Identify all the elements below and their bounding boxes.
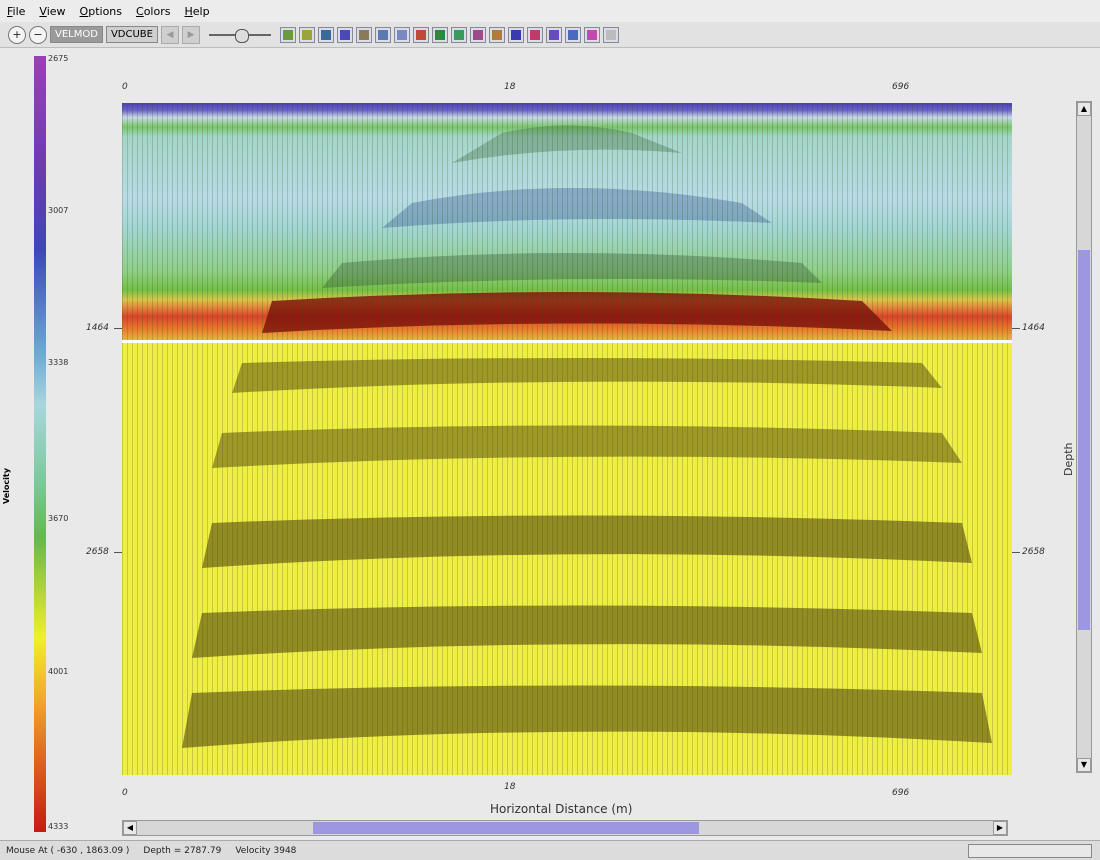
back-arrow-icon[interactable]: ◀ [160,25,179,44]
status-progress [968,844,1092,858]
status-bar: Mouse At ( -630 , 1863.09 ) Depth = 2787… [0,840,1100,860]
menu-colors[interactable]: Colors [129,5,177,18]
colorbar-strip [34,56,46,832]
y-tick-label: 2658 [86,547,109,557]
forward-arrow-icon[interactable]: ▶ [181,25,200,44]
tool-icon-18[interactable] [602,26,619,43]
colorbar-tick: 3338 [48,358,69,367]
tool-icon-2[interactable] [298,26,315,43]
scroll-right-icon[interactable]: ▶ [993,821,1007,835]
y-tick [114,552,122,553]
x-tick-label: 0 [122,788,128,798]
horizontal-scrollbar[interactable]: ◀ ▶ [122,820,1008,836]
seismic-velocity-plot[interactable] [122,103,1012,775]
tool-icon-8[interactable] [412,26,429,43]
velocity-colorbar: 2675 3007 3338 3670 4001 4333 Velocity [2,54,74,832]
tool-icon-7[interactable] [393,26,410,43]
tool-icon-10[interactable] [450,26,467,43]
colorbar-tick: 3007 [48,206,69,215]
vertical-scrollbar[interactable]: ▲ ▼ [1076,101,1092,773]
tool-icon-6[interactable] [374,26,391,43]
colorbar-tick: 3670 [48,514,69,523]
menu-options[interactable]: Options [73,5,129,18]
colorbar-tick: 2675 [48,54,69,63]
colorbar-title: Velocity [2,468,11,504]
tool-icon-5[interactable] [355,26,372,43]
status-velocity: Velocity 3948 [235,845,297,856]
menu-help[interactable]: Help [177,5,216,18]
zoom-out-icon[interactable]: − [29,25,47,44]
menu-view[interactable]: View [32,5,72,18]
status-depth: Depth = 2787.79 [143,845,222,856]
status-mouse: Mouse At ( -630 , 1863.09 ) [6,845,130,856]
y-tick [1012,328,1020,329]
x-tick-label: 18 [504,782,516,792]
zoom-in-icon[interactable]: + [8,25,26,44]
y-tick-label: 2658 [1022,547,1045,557]
menu-bar: File View Options Colors Help [0,0,1100,22]
tool-icon-13[interactable] [507,26,524,43]
horizontal-scroll-thumb[interactable] [313,822,699,834]
colorbar-tick: 4333 [48,822,69,831]
tool-icon-14[interactable] [526,26,543,43]
vertical-scroll-thumb[interactable] [1078,250,1090,630]
wiggle-traces [122,103,1012,775]
y-tick-label: 1464 [1022,323,1045,333]
scroll-up-icon[interactable]: ▲ [1077,102,1091,116]
zoom-slider[interactable] [208,27,271,43]
menu-file[interactable]: File [0,5,32,18]
scroll-down-icon[interactable]: ▼ [1077,758,1091,772]
colorbar-tick: 4001 [48,667,69,676]
tool-icon-11[interactable] [469,26,486,43]
x-axis-title: Horizontal Distance (m) [490,802,633,816]
slider-knob[interactable] [234,28,249,43]
tool-icon-15[interactable] [545,26,562,43]
x-tick-label: 0 [122,82,128,92]
tool-icon-16[interactable] [564,26,581,43]
x-tick-label: 18 [504,82,516,92]
horizon-line[interactable] [122,340,1012,343]
tool-icon-9[interactable] [431,26,448,43]
y-tick [114,328,122,329]
tool-icon-4[interactable] [336,26,353,43]
y-tick [1012,552,1020,553]
scroll-left-icon[interactable]: ◀ [123,821,137,835]
tool-icon-12[interactable] [488,26,505,43]
velmod-button[interactable]: VELMOD [50,26,103,43]
toolbar: + − VELMOD VDCUBE ◀ ▶ [0,22,1100,48]
x-tick-label: 696 [892,788,910,798]
x-tick-label: 696 [892,82,910,92]
tool-icon-1[interactable] [279,26,296,43]
vdcube-button[interactable]: VDCUBE [105,26,158,43]
y-tick-label: 1464 [86,323,109,333]
tool-icon-3[interactable] [317,26,334,43]
tool-icon-17[interactable] [583,26,600,43]
